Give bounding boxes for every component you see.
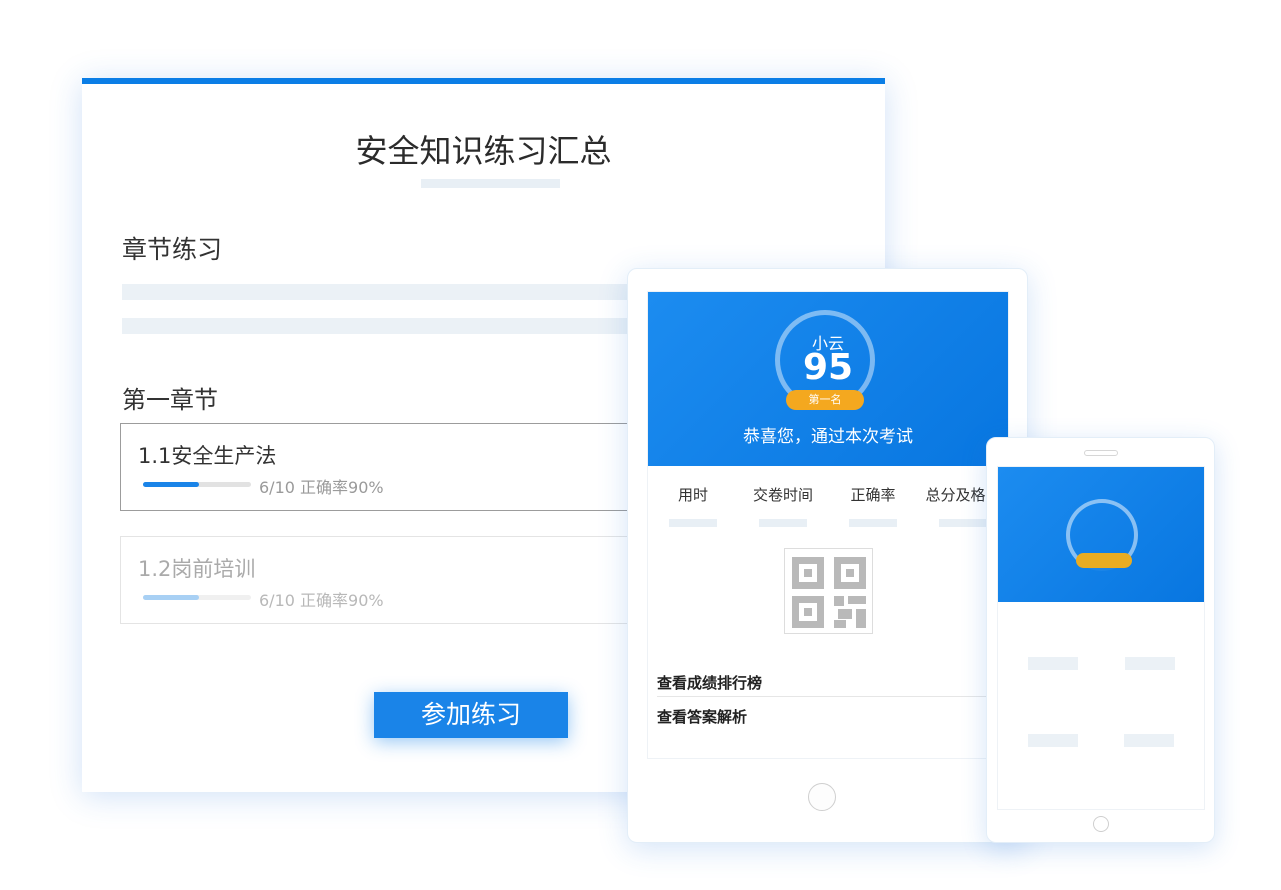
phone-score-header [998, 467, 1204, 602]
tablet-screen: 小云 95 第一名 恭喜您，通过本次考试 用时 交卷时间 正确率 总分及格率 查… [647, 291, 1009, 759]
phone-device [986, 437, 1215, 843]
lesson-name: 1.1安全生产法 [138, 444, 277, 468]
placeholder-block [1028, 734, 1078, 747]
tablet-device: 小云 95 第一名 恭喜您，通过本次考试 用时 交卷时间 正确率 总分及格率 查… [627, 268, 1028, 843]
stat-value-placeholder [669, 519, 717, 527]
stat-column: 正确率 [828, 484, 918, 527]
page-title: 安全知识练习汇总 [355, 132, 612, 170]
stat-value-placeholder [939, 519, 987, 527]
phone-screen [997, 466, 1205, 810]
placeholder-block [1028, 657, 1078, 670]
stat-value-placeholder [849, 519, 897, 527]
stat-label: 正确率 [850, 486, 896, 504]
stats-row: 用时 交卷时间 正确率 总分及格率 [648, 484, 1008, 527]
congrats-text: 恭喜您，通过本次考试 [743, 427, 913, 447]
phone-speaker [1084, 450, 1118, 456]
progress-bar [143, 595, 251, 600]
stat-label: 交卷时间 [752, 486, 813, 504]
lesson-name: 1.2岗前培训 [138, 557, 256, 581]
lesson-item[interactable]: 1.1安全生产法 6/10 正确率90% [120, 423, 680, 511]
section-title: 章节练习 [122, 235, 223, 264]
join-practice-button[interactable]: 参加练习 [374, 692, 568, 738]
placeholder-line [122, 318, 642, 334]
progress-fill [143, 595, 200, 600]
tablet-home-button[interactable] [808, 783, 836, 811]
rank-badge [1076, 553, 1132, 568]
score-header: 小云 95 第一名 恭喜您，通过本次考试 [648, 292, 1008, 466]
leaderboard-link[interactable]: 查看成绩排行榜 [657, 672, 762, 693]
placeholder-block [1124, 734, 1174, 747]
progress-text: 6/10 正确率90% [259, 478, 384, 497]
chapter-title: 第一章节 [122, 386, 218, 414]
progress-text: 6/10 正确率90% [259, 591, 384, 610]
answer-analysis-link[interactable]: 查看答案解析 [657, 706, 747, 727]
rank-badge: 第一名 [786, 390, 864, 410]
qr-code-icon [784, 548, 873, 634]
progress-fill [143, 482, 200, 487]
stat-column: 用时 [648, 484, 738, 527]
divider [657, 696, 1002, 697]
progress-bar [143, 482, 251, 487]
score-value: 95 [802, 347, 854, 388]
placeholder-line [122, 284, 642, 300]
stat-column: 交卷时间 [738, 484, 828, 527]
stat-value-placeholder [759, 519, 807, 527]
stat-label: 用时 [677, 486, 708, 504]
title-underline [421, 179, 560, 188]
phone-home-button[interactable] [1093, 816, 1109, 832]
lesson-item[interactable]: 1.2岗前培训 6/10 正确率90% [120, 536, 680, 624]
placeholder-block [1125, 657, 1175, 670]
